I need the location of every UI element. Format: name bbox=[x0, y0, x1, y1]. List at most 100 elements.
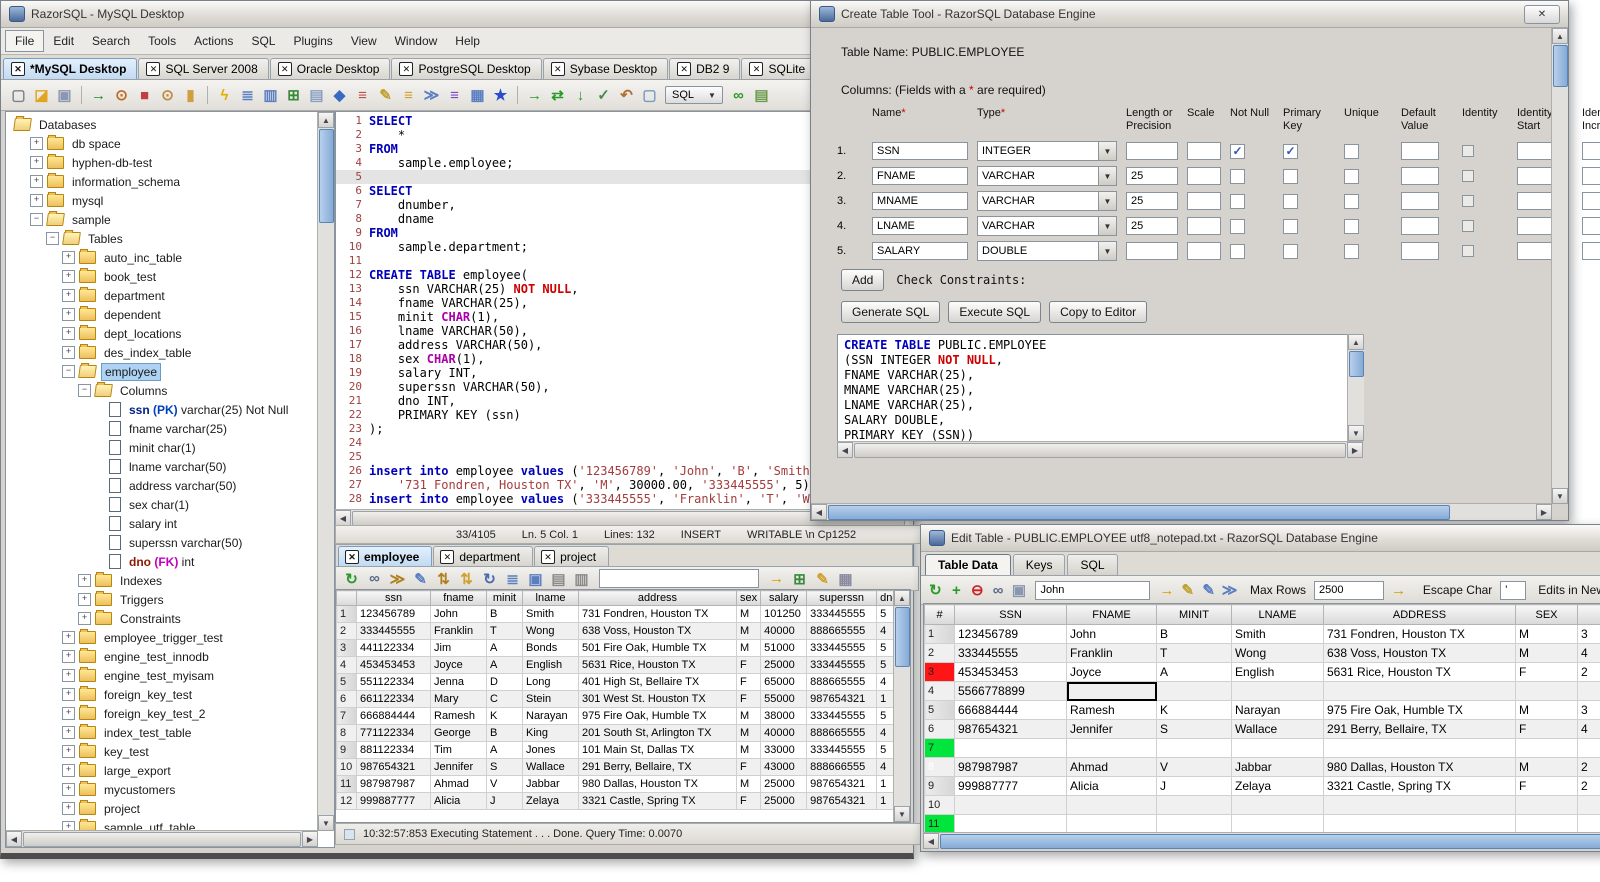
file-search-icon[interactable]: ▥ bbox=[260, 85, 281, 106]
grid-cell[interactable]: 5566778899 bbox=[954, 681, 1067, 701]
tree-item[interactable]: + mycustomers bbox=[8, 780, 318, 799]
grid-cell[interactable] bbox=[1515, 738, 1578, 758]
grid-cell[interactable]: K bbox=[1156, 700, 1232, 720]
grid-cell[interactable]: 453453453 bbox=[356, 656, 431, 674]
table-row[interactable]: 7 666884444 Ramesh K Narayan 975 Fire Oak, Hu… bbox=[336, 707, 903, 725]
grid-cell[interactable]: 55000 bbox=[760, 690, 808, 708]
grid-cell[interactable]: B bbox=[1156, 624, 1232, 644]
expand-icon[interactable]: + bbox=[62, 650, 75, 663]
grid-cell[interactable]: 3 bbox=[1577, 624, 1600, 644]
table-row[interactable]: 9 999887777 Alicia J Zelaya 3321 Castle, Spri… bbox=[924, 776, 1600, 796]
close-tab-icon[interactable]: ✕ bbox=[146, 62, 161, 76]
length-field[interactable] bbox=[1126, 242, 1178, 260]
expand-icon[interactable]: + bbox=[62, 308, 75, 321]
grid-cell[interactable]: 101 Main St, Dallas TX bbox=[578, 741, 737, 759]
params-icon[interactable]: ≫ bbox=[421, 85, 442, 106]
create-titlebar[interactable]: Create Table Tool - RazorSQL Database En… bbox=[811, 1, 1568, 28]
grid-cell[interactable]: 987654321 bbox=[954, 719, 1067, 739]
grid-cell[interactable]: S bbox=[486, 758, 523, 776]
grid-cell[interactable]: 123456789 bbox=[356, 605, 431, 623]
grid-cell[interactable]: C bbox=[486, 690, 523, 708]
grid-cell[interactable] bbox=[1066, 814, 1157, 834]
grid-cell[interactable]: T bbox=[1156, 643, 1232, 663]
close-tab-icon[interactable]: ✕ bbox=[277, 62, 292, 76]
tree-item[interactable]: + large_export bbox=[8, 761, 318, 780]
grid-cell[interactable]: 3321 Castle, Spring TX bbox=[578, 792, 737, 810]
copy-doc-icon[interactable]: ▤ bbox=[306, 85, 327, 106]
expand-icon[interactable]: + bbox=[62, 688, 75, 701]
identity-increment-field[interactable] bbox=[1582, 142, 1600, 160]
grid-cell[interactable]: 51000 bbox=[760, 639, 808, 657]
grid-cell[interactable]: 3321 Castle, Spring TX bbox=[1323, 776, 1516, 796]
expand-icon[interactable]: + bbox=[62, 327, 75, 340]
export-icon[interactable]: ⊞ bbox=[789, 568, 810, 589]
grid-cell[interactable]: 666884444 bbox=[954, 700, 1067, 720]
grid-cell[interactable]: 638 Voss, Houston TX bbox=[1323, 643, 1516, 663]
tree-item[interactable]: − employee bbox=[8, 362, 318, 381]
default-value-field[interactable] bbox=[1401, 142, 1439, 160]
scroll-down-icon[interactable]: ▼ bbox=[1348, 425, 1364, 441]
expand-icon[interactable]: + bbox=[62, 270, 75, 283]
grid-cell[interactable] bbox=[1156, 681, 1232, 701]
edit-connection-icon[interactable]: ⊙ bbox=[157, 85, 178, 106]
expand-icon[interactable]: + bbox=[62, 783, 75, 796]
scroll-down-icon[interactable]: ▼ bbox=[318, 815, 334, 831]
preview-hscrollbar[interactable]: ◀ ▶ bbox=[837, 441, 1363, 458]
grid-cell[interactable]: 975 Fire Oak, Humble TX bbox=[578, 707, 737, 725]
main-titlebar[interactable]: RazorSQL - MySQL Desktop bbox=[1, 1, 913, 28]
row-number[interactable]: 5 bbox=[924, 700, 955, 720]
grid-cell[interactable] bbox=[1323, 681, 1516, 701]
scroll-right-icon[interactable]: ▶ bbox=[1347, 442, 1363, 458]
row-number[interactable]: 7 bbox=[336, 707, 357, 725]
grid-cell[interactable]: 291 Berry, Bellaire, TX bbox=[1323, 719, 1516, 739]
column-header[interactable]: salary bbox=[760, 590, 808, 606]
add-row-icon[interactable]: + bbox=[947, 580, 966, 601]
grid-cell[interactable]: M bbox=[735, 741, 762, 759]
scale-field[interactable] bbox=[1187, 142, 1221, 160]
grid-cell[interactable]: 333445555 bbox=[954, 643, 1067, 663]
grid-cell[interactable]: Ramesh bbox=[430, 707, 487, 725]
grid-cell[interactable]: 40000 bbox=[760, 622, 808, 640]
grid-cell[interactable]: Wallace bbox=[1231, 719, 1324, 739]
unique-checkbox[interactable] bbox=[1344, 168, 1359, 184]
column-header[interactable]: SSN bbox=[954, 604, 1067, 625]
grid-cell[interactable]: 43000 bbox=[760, 758, 808, 776]
save-file-icon[interactable]: ▣ bbox=[54, 85, 75, 106]
table-row[interactable]: 12 999887777 Alicia J Zelaya 3321 Castle, Spr… bbox=[336, 792, 903, 810]
tree-item[interactable]: + Indexes bbox=[8, 571, 318, 590]
sort-desc-icon[interactable]: ⇅ bbox=[456, 568, 477, 589]
row-number[interactable]: 10 bbox=[336, 758, 357, 776]
format-sql-icon[interactable]: ≡ bbox=[398, 85, 419, 106]
row-number[interactable]: 4 bbox=[336, 656, 357, 674]
tree-item[interactable]: + auto_inc_table bbox=[8, 248, 318, 267]
primary-key-checkbox[interactable] bbox=[1283, 218, 1298, 234]
execute-icon[interactable]: → bbox=[524, 85, 545, 106]
paste-icon[interactable]: ▥ bbox=[571, 568, 592, 589]
close-tab-icon[interactable]: ✕ bbox=[11, 62, 25, 76]
grid-cell[interactable]: 333445555 bbox=[806, 656, 878, 674]
grid-cell[interactable]: 999887777 bbox=[954, 776, 1067, 796]
collapse-icon[interactable]: − bbox=[78, 384, 91, 397]
grid-cell[interactable]: 101250 bbox=[760, 605, 808, 623]
grid-cell[interactable]: Narayan bbox=[1231, 700, 1324, 720]
grid-cell[interactable]: Tim bbox=[430, 741, 487, 759]
tree-hscrollbar[interactable]: ◀ ▶ bbox=[6, 830, 318, 847]
tree-item[interactable]: fname varchar(25) bbox=[8, 419, 318, 438]
grid-cell[interactable]: 666884444 bbox=[356, 707, 431, 725]
results-vscroll-thumb[interactable] bbox=[895, 607, 910, 667]
scroll-left-icon[interactable]: ◀ bbox=[811, 504, 827, 520]
grid-cell[interactable]: M bbox=[735, 622, 762, 640]
table-row[interactable]: 8 987987987 Ahmad V Jabbar 980 Dallas, Housto… bbox=[924, 757, 1600, 777]
expand-icon[interactable]: + bbox=[62, 802, 75, 815]
grid-cell[interactable]: 333445555 bbox=[806, 707, 878, 725]
column-header[interactable]: SEX bbox=[1515, 604, 1578, 625]
tree-item[interactable]: + Triggers bbox=[8, 590, 318, 609]
column-header[interactable]: fname bbox=[430, 590, 487, 606]
list-icon[interactable]: ≣ bbox=[502, 568, 523, 589]
primary-key-checkbox[interactable]: ✓ bbox=[1283, 143, 1298, 159]
grid-cell[interactable]: M bbox=[1515, 757, 1578, 777]
row-number[interactable]: 2 bbox=[924, 643, 955, 663]
grid-cell[interactable]: F bbox=[1515, 776, 1578, 796]
grid-cell[interactable]: Stein bbox=[522, 690, 579, 708]
expand-icon[interactable]: + bbox=[62, 726, 75, 739]
